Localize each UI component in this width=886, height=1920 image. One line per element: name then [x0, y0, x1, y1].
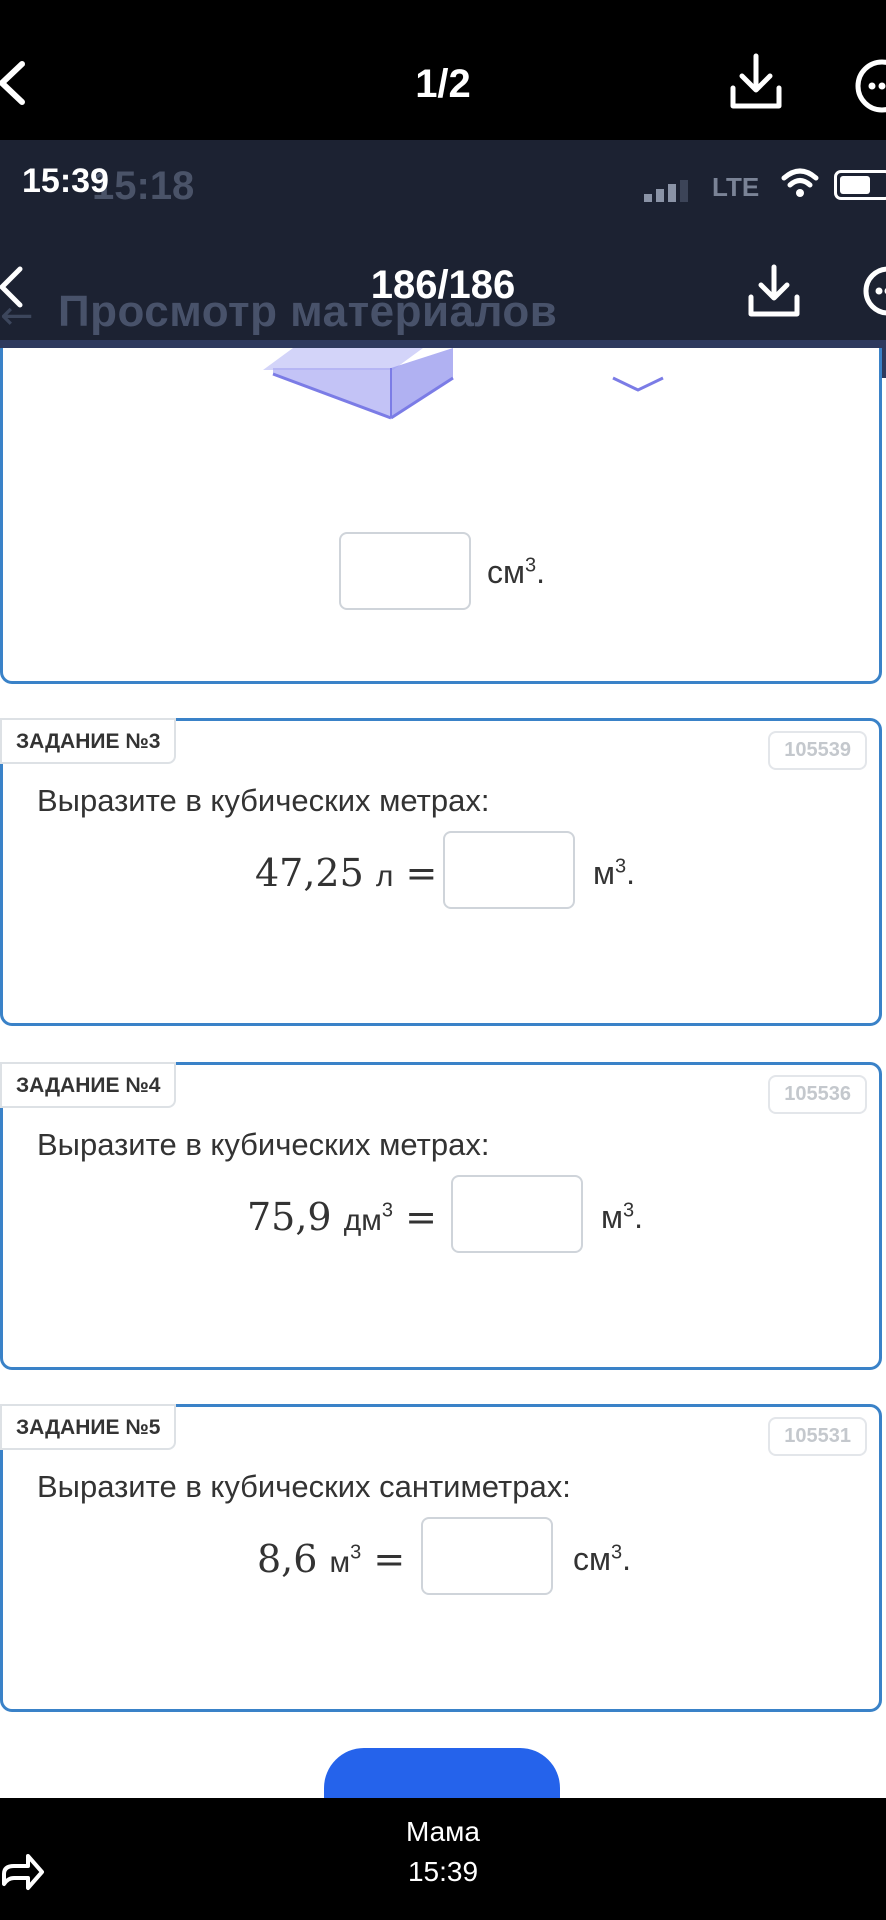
inner-status-bar: 15:18 15:39 LTE — [0, 140, 886, 235]
task-number-badge: ЗАДАНИЕ №4 — [0, 1062, 177, 1108]
signal-icon — [644, 180, 688, 202]
task-number-badge: ЗАДАНИЕ №3 — [0, 718, 177, 764]
network-label: LTE — [712, 172, 760, 202]
task-question: Выразите в кубических сантиметрах: — [37, 1469, 571, 1504]
task-expression: 75,9 дм3 = — [247, 1195, 437, 1239]
task-expression: 47,25 л = — [255, 851, 438, 895]
answer-input[interactable] — [421, 1517, 553, 1595]
battery-icon — [834, 170, 886, 200]
task-number-badge: ЗАДАНИЕ №5 — [0, 1404, 177, 1450]
prism-figure — [263, 348, 664, 420]
task-question: Выразите в кубических метрах: — [37, 1127, 490, 1162]
wifi-icon — [781, 168, 819, 197]
sender-name: Мама — [405, 1816, 481, 1847]
task-card-2: см3. — [0, 348, 882, 684]
task-question: Выразите в кубических метрах: — [37, 783, 490, 818]
more-options-icon[interactable] — [852, 56, 886, 116]
answer-unit: см3. — [573, 1541, 632, 1577]
viewer-bottom-bar: Мама 15:39 — [0, 1798, 886, 1920]
task-expression: 8,6 м3 = — [257, 1537, 406, 1581]
status-time: 15:39 — [22, 162, 109, 200]
answer-unit: м3. — [601, 1199, 644, 1235]
viewer-top-bar: 1/2 — [0, 0, 886, 140]
inner-more-options-icon[interactable] — [860, 263, 886, 319]
download-icon[interactable] — [728, 52, 784, 112]
inner-download-icon[interactable] — [746, 263, 802, 319]
inner-app-header: ← Просмотр материалов 186/186 — [0, 235, 886, 340]
answer-input[interactable] — [339, 532, 471, 610]
answer-unit: см3. — [487, 554, 546, 590]
answer-unit: м3. — [593, 855, 636, 891]
answer-input[interactable] — [451, 1175, 583, 1253]
answer-input[interactable] — [443, 831, 575, 909]
task-card-3: ЗАДАНИЕ №3 105539 Выразите в кубических … — [0, 718, 882, 1026]
task-id-badge: 105536 — [768, 1075, 867, 1114]
task-card-5: ЗАДАНИЕ №5 105531 Выразите в кубических … — [0, 1404, 882, 1712]
task-id-badge: 105531 — [768, 1417, 867, 1456]
task-card-4: ЗАДАНИЕ №4 105536 Выразите в кубических … — [0, 1062, 882, 1370]
task-id-badge: 105539 — [768, 731, 867, 770]
sent-time: 15:39 — [407, 1856, 479, 1887]
